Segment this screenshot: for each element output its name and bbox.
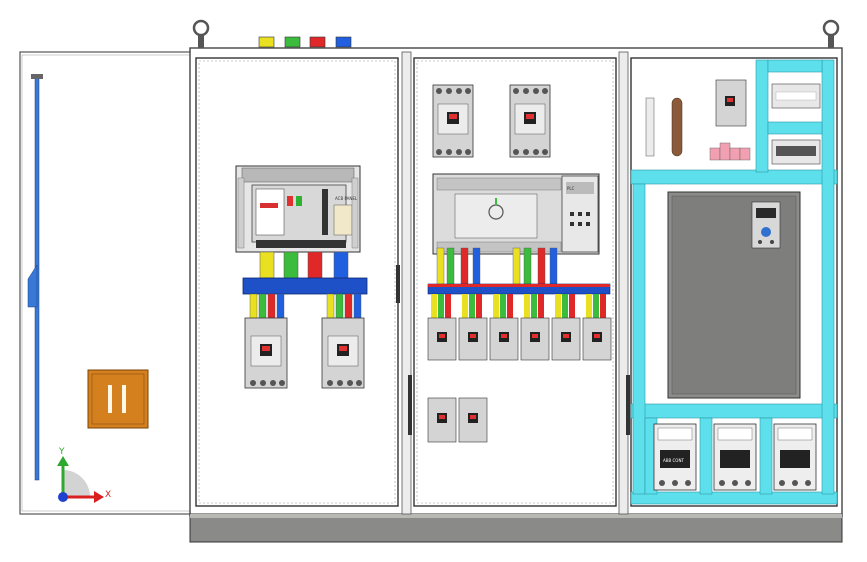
contactor-tag: ABB CONT <box>663 458 684 463</box>
mccb-top-2 <box>509 84 551 158</box>
mccb-top-1 <box>432 84 474 158</box>
mccb-outgoing-1 <box>244 317 288 389</box>
top-terminal-blocks <box>258 36 352 48</box>
control-breaker <box>715 79 747 127</box>
y-axis-label: Y <box>58 447 65 457</box>
plc-tag: PLC <box>567 186 575 191</box>
contactor-3 <box>773 423 817 491</box>
terminal-block-upper <box>771 83 821 109</box>
door-handle-icon <box>87 369 149 429</box>
electrical-cabinet-drawing: Y X ACB PANEL PLC ABB CONT <box>19 19 843 543</box>
vfd-keypad <box>751 201 781 249</box>
contactor-2 <box>713 423 757 491</box>
terminal-block-lower <box>771 139 821 165</box>
lifting-eye-right-icon <box>822 19 840 48</box>
open-door: Y X <box>19 51 193 515</box>
acb-tag: ACB PANEL <box>335 196 358 201</box>
main-busbar <box>242 277 368 295</box>
variable-frequency-drive <box>667 191 801 399</box>
contactor-1 <box>653 423 697 491</box>
lifting-eye-left-icon <box>192 19 210 48</box>
mccb-outgoing-2 <box>321 317 365 389</box>
air-circuit-breaker <box>235 165 361 253</box>
x-axis-label: X <box>105 490 111 500</box>
